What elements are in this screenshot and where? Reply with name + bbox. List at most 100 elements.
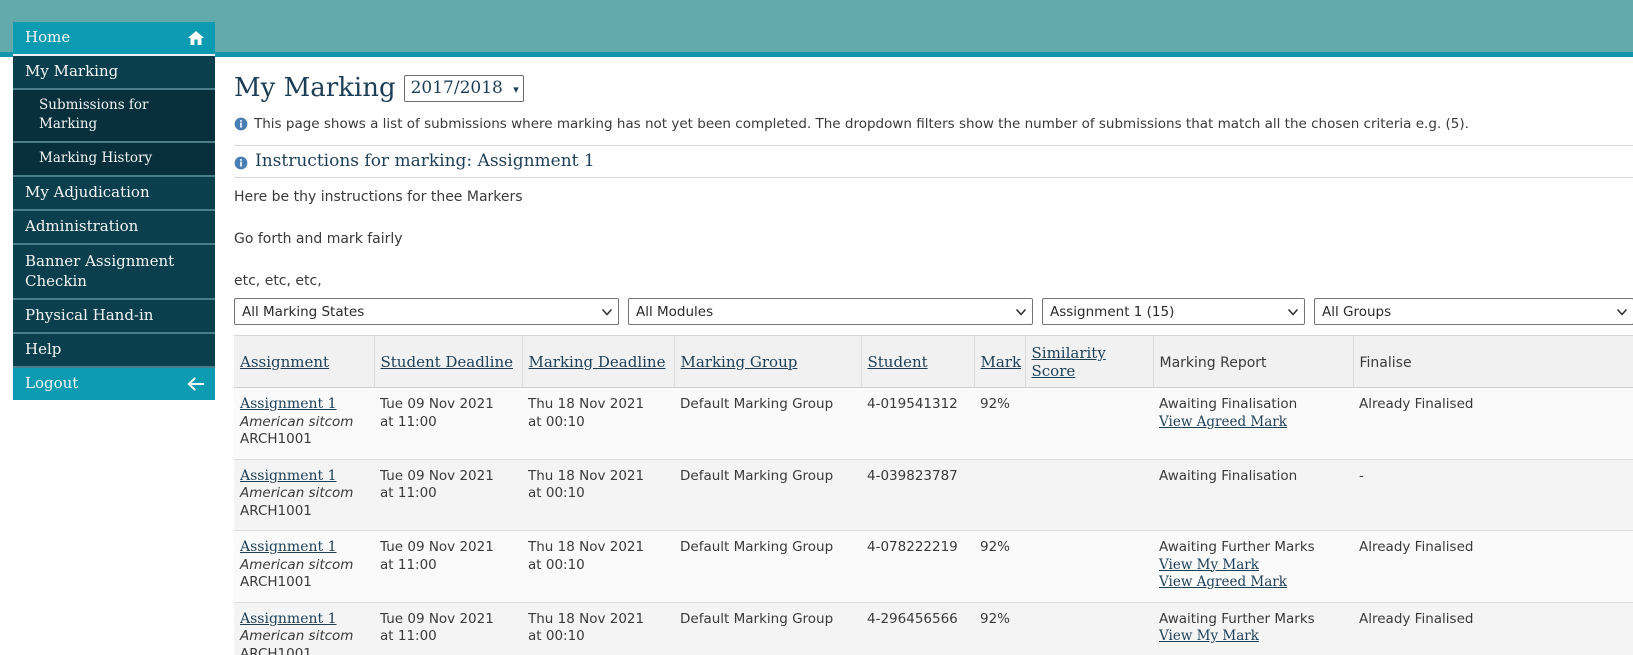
marking-report-link[interactable]: View Agreed Mark — [1159, 414, 1347, 431]
academic-year-value: 2017/2018 — [410, 77, 503, 98]
sidebar-item-label: Help — [25, 340, 62, 358]
cell-student-deadline: Tue 09 Nov 2021 at 11:00 — [374, 459, 522, 531]
cell-finalise: Already Finalised — [1353, 530, 1633, 603]
column-header-assignment[interactable]: Assignment — [234, 335, 375, 388]
assignment-link[interactable]: Assignment 1 — [240, 468, 337, 486]
sidebar-item-marking-history[interactable]: Marking History — [13, 143, 215, 177]
cell-student: 4-078222219 — [861, 530, 974, 603]
filter-value: All Modules — [636, 303, 714, 320]
marking-table-body: Assignment 1 American sitcom ARCH1001 Tue 0… — [234, 387, 1633, 655]
student-deadline-time: at 11:00 — [380, 485, 437, 501]
marking-deadline-date: Thu 18 Nov 2021 — [528, 396, 645, 412]
filter-select-marking-states[interactable]: All Marking States — [234, 298, 619, 325]
module-name: American sitcom — [240, 628, 354, 644]
module-name: American sitcom — [240, 413, 354, 430]
main-content: My Marking 2017/2018 ▾ This page shows a… — [234, 57, 1633, 655]
marking-report-link[interactable]: View My Mark — [1159, 628, 1347, 645]
cell-similarity — [1025, 602, 1153, 655]
marking-report-link[interactable]: View Agreed Mark — [1159, 574, 1347, 591]
page-info-text: This page shows a list of submissions wh… — [254, 116, 1469, 132]
student-deadline-date: Tue 09 Nov 2021 — [380, 539, 494, 555]
assignment-link[interactable]: Assignment 1 — [240, 611, 337, 629]
sidebar-item-physical-hand-in[interactable]: Physical Hand-in — [13, 300, 215, 334]
cell-mark — [974, 459, 1025, 531]
column-header-student-deadline[interactable]: Student Deadline — [374, 335, 523, 388]
finalise-status: Already Finalised — [1359, 396, 1474, 412]
filter-select-assignment[interactable]: Assignment 1 (15) — [1042, 298, 1305, 325]
module-code: ARCH1001 — [240, 431, 312, 447]
column-header-label: Finalise — [1359, 355, 1412, 371]
chevron-down-icon — [1288, 307, 1298, 317]
sidebar-item-administration[interactable]: Administration — [13, 211, 215, 245]
column-header-label: Mark — [980, 353, 1022, 371]
module-name: American sitcom — [240, 485, 354, 501]
filter-select-groups[interactable]: All Groups — [1314, 298, 1633, 325]
assignment-link[interactable]: Assignment 1 — [240, 396, 337, 414]
student-deadline-date: Tue 09 Nov 2021 — [380, 396, 494, 412]
marking-table-head: Assignment Student Deadline Marking Deadli… — [234, 335, 1633, 388]
chevron-down-icon — [1016, 307, 1026, 317]
sidebar-item-my-marking[interactable]: My Marking — [13, 56, 215, 90]
marking-deadline-time: at 00:10 — [528, 628, 585, 644]
module-code: ARCH1001 — [240, 574, 312, 590]
marking-deadline-time: at 00:10 — [528, 556, 585, 573]
column-header-similarity-score[interactable]: Similarity Score — [1025, 335, 1154, 388]
column-header-student[interactable]: Student — [861, 335, 975, 388]
marking-report-status: Awaiting Further Marks — [1159, 610, 1315, 627]
mark-value: 92% — [980, 539, 1011, 555]
filter-select-modules[interactable]: All Modules — [628, 298, 1033, 325]
marking-report-link[interactable]: View My Mark — [1159, 557, 1347, 574]
page-title-row: My Marking 2017/2018 ▾ — [234, 73, 1633, 103]
cell-marking-group: Default Marking Group — [674, 387, 861, 460]
table-header-row: Assignment Student Deadline Marking Deadli… — [234, 335, 1633, 388]
column-header-label: Assignment — [240, 353, 330, 371]
column-header-marking-deadline[interactable]: Marking Deadline — [522, 335, 675, 388]
marking-group-value: Default Marking Group — [680, 396, 834, 412]
student-deadline-time: at 11:00 — [380, 556, 437, 573]
cell-finalise: Already Finalised — [1353, 602, 1633, 655]
cell-marking-deadline: Thu 18 Nov 2021 at 00:10 — [522, 459, 674, 531]
cell-assignment: Assignment 1 American sitcom ARCH1001 — [234, 530, 374, 603]
sidebar-item-label: My Marking — [25, 62, 119, 80]
sidebar-item-logout[interactable]: Logout — [13, 368, 215, 400]
cell-student-deadline: Tue 09 Nov 2021 at 11:00 — [374, 387, 522, 460]
marking-deadline-time: at 00:10 — [528, 413, 585, 430]
assignment-link[interactable]: Assignment 1 — [240, 539, 337, 557]
sidebar-item-submissions-for-marking[interactable]: Submissions for Marking — [13, 90, 215, 143]
marking-group-value: Default Marking Group — [680, 467, 834, 484]
finalise-status: - — [1359, 467, 1364, 484]
student-deadline-date: Tue 09 Nov 2021 — [380, 610, 494, 627]
column-header-mark[interactable]: Mark — [974, 335, 1026, 388]
academic-year-select[interactable]: 2017/2018 ▾ — [403, 74, 524, 102]
cell-student-deadline: Tue 09 Nov 2021 at 11:00 — [374, 530, 522, 603]
cell-mark: 92% — [974, 530, 1025, 603]
sidebar-item-label: Marking History — [39, 150, 153, 166]
sidebar-item-label: Physical Hand-in — [25, 306, 154, 324]
column-header-label: Marking Report — [1159, 355, 1267, 371]
cell-marking-group: Default Marking Group — [674, 530, 861, 603]
sidebar-item-label: My Adjudication — [25, 183, 150, 201]
instructions-paragraph: Here be thy instructions for thee Marker… — [234, 189, 523, 205]
cell-assignment: Assignment 1 American sitcom ARCH1001 — [234, 387, 374, 460]
cell-marking-deadline: Thu 18 Nov 2021 at 00:10 — [522, 602, 674, 655]
cell-assignment: Assignment 1 American sitcom ARCH1001 — [234, 459, 374, 531]
column-header-label: Student Deadline — [380, 353, 513, 371]
cell-similarity — [1025, 459, 1153, 531]
module-name: American sitcom — [240, 556, 354, 573]
student-id: 4-078222219 — [867, 539, 958, 555]
column-header-marking-group[interactable]: Marking Group — [674, 335, 862, 388]
table-row: Assignment 1 American sitcom ARCH1001 Tue 0… — [234, 530, 1633, 603]
column-header-label: Marking Deadline — [528, 353, 666, 371]
column-header-label: Marking Group — [680, 353, 798, 371]
sidebar-item-home[interactable]: Home — [13, 22, 215, 56]
sidebar-item-banner-assignment-checkin[interactable]: Banner Assignment Checkin — [13, 245, 215, 300]
cell-finalise: - — [1353, 459, 1633, 531]
sidebar-item-label: Banner Assignment Checkin — [25, 252, 175, 290]
cell-finalise: Already Finalised — [1353, 387, 1633, 460]
student-deadline-date: Tue 09 Nov 2021 — [380, 467, 494, 484]
sidebar-item-help[interactable]: Help — [13, 334, 215, 368]
student-deadline-time: at 11:00 — [380, 413, 437, 430]
column-header-finalise: Finalise — [1353, 335, 1633, 388]
sidebar-item-my-adjudication[interactable]: My Adjudication — [13, 177, 215, 211]
filter-value: All Marking States — [242, 303, 365, 320]
